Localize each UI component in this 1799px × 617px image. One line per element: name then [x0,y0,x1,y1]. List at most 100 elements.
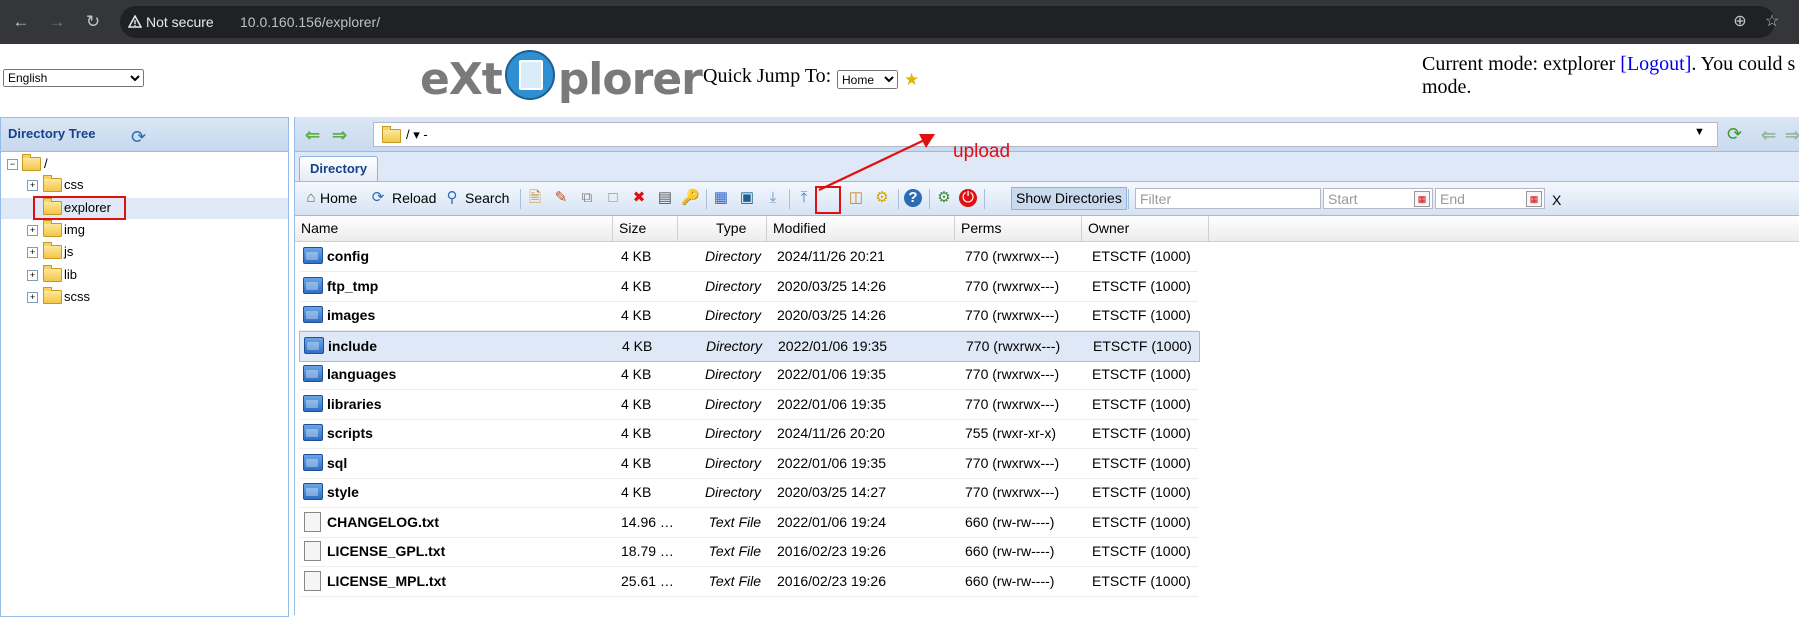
expand-icon[interactable]: + [27,292,38,303]
table-row[interactable]: style 4 KB Directory 2020/03/25 14:27 770 (r… [299,478,1198,508]
path-reload-icon[interactable]: ⟳ [1727,124,1742,145]
nav-back-small-icon[interactable]: ⇐ [1761,125,1776,146]
properties-icon[interactable]: ▣ [738,189,756,207]
cell-name[interactable]: LICENSE_MPL.txt [327,573,446,589]
cell-type: Text File [708,572,761,589]
cell-name[interactable]: libraries [327,396,381,412]
cell-name[interactable]: include [328,338,377,354]
reload-button[interactable]: Reload [392,188,436,209]
cell-owner: ETSCTF (1000) [1092,543,1191,559]
path-forward-icon[interactable]: ⇒ [332,125,347,146]
cell-name[interactable]: sql [327,455,347,471]
path-combobox[interactable]: / ▾ - ▼ [373,122,1718,147]
show-directories-button[interactable]: Show Directories [1011,187,1127,210]
quick-jump-select[interactable]: Home [837,70,898,89]
copy-icon[interactable]: ⧉ [578,189,596,207]
table-row[interactable]: ftp_tmp 4 KB Directory 2020/03/25 14:26 770 … [299,272,1198,302]
url-text[interactable]: 10.0.160.156/explorer/ [240,12,380,32]
column-header-size[interactable]: Size [613,216,678,241]
table-row[interactable]: languages 4 KB Directory 2022/01/06 19:35 77… [299,360,1198,390]
calendar-icon[interactable]: ▦ [1526,191,1542,207]
cell-perms: 770 (rwxrwx---) [965,307,1060,323]
tree-item-label: css [64,177,84,192]
extplorer-logo: eXt plorer [420,50,703,105]
cell-modified: 2024/11/26 20:20 [777,425,885,441]
home-button[interactable]: Home [320,188,357,209]
cell-name[interactable]: style [327,484,359,500]
nav-forward-small-icon[interactable]: ⇒ [1785,125,1799,146]
move-icon[interactable]: □ [604,189,622,207]
table-row[interactable]: CHANGELOG.txt 14.96 … Text File 2022/01/06 … [299,508,1198,538]
back-icon[interactable]: ← [10,11,32,33]
cell-modified: 2024/11/26 20:21 [777,248,885,264]
file-icon [304,541,321,561]
column-header-perms[interactable]: Perms [955,216,1082,241]
collapse-icon[interactable]: − [7,159,18,170]
tree-item-css[interactable]: + css [1,175,288,196]
edit-icon[interactable]: ✎ [552,189,570,207]
table-row[interactable]: LICENSE_MPL.txt 25.61 … Text File 2016/02/2… [299,567,1198,597]
cell-name[interactable]: ftp_tmp [327,278,378,294]
table-row[interactable]: include 4 KB Directory 2022/01/06 19:35 770 … [299,330,1200,362]
expand-icon[interactable]: + [27,180,38,191]
tree-item-lib[interactable]: + lib [1,265,288,286]
tree-item-img[interactable]: + img [1,220,288,241]
column-header-type[interactable]: Type [678,216,767,241]
table-row[interactable]: libraries 4 KB Directory 2022/01/06 19:35 77… [299,390,1198,420]
tree-root[interactable]: − / [1,154,288,175]
cell-perms: 770 (rwxrwx---) [965,395,1060,412]
table-row[interactable]: images 4 KB Directory 2020/03/25 14:26 770 (… [299,301,1198,331]
column-header-owner[interactable]: Owner [1082,216,1209,241]
column-header-modified[interactable]: Modified [767,216,955,241]
upload-icon[interactable]: ⤒ [795,189,813,207]
cell-size: 4 KB [621,366,652,382]
folder-icon [43,198,62,215]
logout-icon[interactable]: ⏻ [959,189,977,207]
dropdown-arrow-icon[interactable]: ▼ [1694,126,1705,138]
expand-icon[interactable]: + [27,270,38,281]
cell-name[interactable]: LICENSE_GPL.txt [327,543,445,559]
cell-name[interactable]: CHANGELOG.txt [327,514,439,530]
table-row[interactable]: sql 4 KB Directory 2022/01/06 19:35 770 (rwx… [299,449,1198,479]
favorite-star-icon[interactable]: ★ [904,70,919,90]
table-row[interactable]: config 4 KB Directory 2024/11/26 20:21 770 (… [299,242,1198,272]
cell-name[interactable]: config [327,248,369,264]
cell-owner: ETSCTF (1000) [1092,484,1191,500]
table-row[interactable]: LICENSE_GPL.txt 18.79 … Text File 2016/02/2… [299,537,1198,567]
security-indicator[interactable]: Not secure [128,12,214,32]
reload-page-icon[interactable]: ↻ [82,11,104,33]
rename-icon[interactable]: ▤ [656,189,674,207]
download-icon[interactable]: ⤓ [764,189,782,207]
path-back-icon[interactable]: ⇐ [305,125,320,146]
table-row[interactable]: scripts 4 KB Directory 2024/11/26 20:20 755 … [299,419,1198,449]
bookmark-star-icon[interactable]: ☆ [1760,10,1784,34]
zoom-icon[interactable]: ⊕ [1728,10,1752,34]
home-icon[interactable]: ⌂ [302,189,320,207]
new-file-icon[interactable]: 🗎 [526,189,544,207]
tree-refresh-icon[interactable]: ⟳ [131,127,146,148]
search-icon[interactable]: ⚲ [443,189,461,207]
tree-item-explorer[interactable]: explorer [1,196,288,220]
calendar-icon[interactable]: ▦ [1414,191,1430,207]
expand-icon[interactable]: + [27,247,38,258]
delete-icon[interactable]: ✖ [630,189,648,207]
search-button[interactable]: Search [465,188,509,209]
filter-input[interactable]: Filter [1135,188,1321,209]
tree-item-scss[interactable]: + scss [1,287,288,308]
tree-item-js[interactable]: + js [1,242,288,263]
cell-size: 4 KB [622,337,653,354]
logout-link[interactable]: [Logout] [1620,53,1691,75]
cell-name[interactable]: scripts [327,425,373,441]
reload-icon[interactable]: ⟳ [369,189,387,207]
forward-icon[interactable]: → [46,11,68,33]
tab-directory[interactable]: Directory [299,156,379,181]
expand-icon[interactable]: + [27,225,38,236]
view-icon[interactable]: ▦ [712,189,730,207]
cell-name[interactable]: languages [327,366,396,382]
cell-name[interactable]: images [327,307,375,323]
clear-filter-button[interactable]: X [1552,192,1561,208]
chmod-icon[interactable]: 🔑 [681,189,700,207]
column-header-name[interactable]: Name [295,216,613,241]
language-select[interactable]: English [3,69,144,87]
tree-header: Directory Tree ⟳ [1,118,288,152]
